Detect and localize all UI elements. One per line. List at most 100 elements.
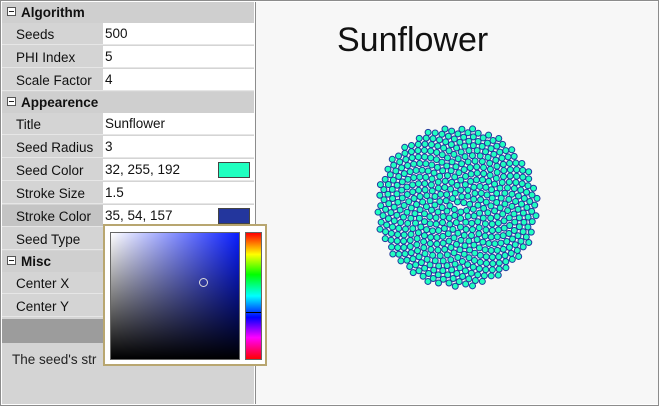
seed <box>496 148 504 156</box>
seed <box>481 220 489 228</box>
category-appearence[interactable]: Appearence <box>2 92 254 113</box>
seed <box>439 219 447 227</box>
seed <box>422 134 430 142</box>
sunflower-canvas[interactable]: Sunflower <box>255 2 658 404</box>
property-label: PHI Index <box>16 50 76 65</box>
seed <box>408 154 416 162</box>
seed <box>485 240 493 247</box>
seed <box>480 272 488 280</box>
seed <box>507 249 515 257</box>
seed <box>428 161 436 169</box>
seed <box>430 169 438 177</box>
seed <box>473 236 481 244</box>
seed <box>432 156 440 164</box>
seed <box>486 165 494 173</box>
seed <box>499 160 507 168</box>
seed <box>420 238 428 246</box>
property-row-stroke-size[interactable]: Stroke Size 1.5 <box>2 182 254 204</box>
seed <box>407 148 415 156</box>
color-picker-popup[interactable] <box>103 224 267 366</box>
seed <box>440 225 448 233</box>
category-algorithm[interactable]: Algorithm <box>2 2 254 23</box>
category-title: Algorithm <box>21 5 85 20</box>
seed <box>494 271 502 279</box>
seed <box>398 164 406 172</box>
property-value-stroke-size[interactable]: 1.5 <box>105 185 124 200</box>
seed <box>414 229 422 237</box>
seed <box>412 166 420 174</box>
property-row-seed-color[interactable]: Seed Color 32, 255, 192 <box>2 159 254 181</box>
seed <box>422 173 430 181</box>
seed <box>390 161 398 169</box>
seed <box>404 162 412 170</box>
property-value-seed-color[interactable]: 32, 255, 192 <box>105 162 180 177</box>
seed <box>494 219 502 227</box>
property-row-title[interactable]: Title Sunflower <box>2 113 254 135</box>
seed <box>462 172 470 180</box>
seed <box>477 189 485 197</box>
seed <box>464 192 472 200</box>
seed <box>393 211 401 219</box>
hue-marker[interactable] <box>246 312 261 313</box>
property-value-scale-factor[interactable]: 4 <box>105 72 113 87</box>
seed-color-swatch[interactable] <box>218 162 250 178</box>
seed <box>508 190 516 198</box>
seed <box>487 272 495 280</box>
property-label: Stroke Size <box>16 186 86 201</box>
seed <box>508 255 516 263</box>
seed <box>477 196 485 204</box>
seed <box>532 212 540 220</box>
property-value-phi-index[interactable]: 5 <box>105 49 113 64</box>
property-value-seed-radius[interactable]: 3 <box>105 139 113 154</box>
seed <box>412 261 420 269</box>
seed <box>503 237 511 245</box>
seed <box>505 178 513 186</box>
seed <box>393 237 401 245</box>
color-cursor[interactable] <box>199 278 208 287</box>
seed <box>395 173 403 181</box>
seed <box>445 279 453 287</box>
collapse-icon[interactable] <box>7 97 16 106</box>
seed <box>499 232 507 240</box>
seed <box>517 237 525 245</box>
seed <box>464 212 472 220</box>
seed <box>475 265 483 273</box>
property-value-title[interactable]: Sunflower <box>105 116 165 131</box>
property-value-stroke-color[interactable]: 35, 54, 157 <box>105 208 173 223</box>
stroke-color-swatch[interactable] <box>218 208 250 224</box>
seed <box>401 143 409 151</box>
seed <box>415 180 423 188</box>
seed <box>502 258 510 266</box>
hue-slider[interactable] <box>245 232 262 360</box>
collapse-icon[interactable] <box>7 7 16 16</box>
seed <box>419 272 427 280</box>
property-row-seeds[interactable]: Seeds 500 <box>2 23 254 45</box>
seed <box>470 195 478 203</box>
seed <box>457 208 465 216</box>
seed <box>472 176 480 184</box>
seed <box>407 230 415 238</box>
seed <box>476 251 484 259</box>
seed <box>462 280 470 288</box>
seed <box>479 238 487 246</box>
seed <box>394 244 402 252</box>
seed <box>458 193 466 201</box>
seed <box>494 226 502 234</box>
seed <box>467 177 475 185</box>
seed <box>531 201 539 209</box>
property-row-scale-factor[interactable]: Scale Factor 4 <box>2 69 254 91</box>
seed <box>502 147 510 155</box>
seed <box>478 158 486 166</box>
seed <box>441 183 449 191</box>
property-row-phi-index[interactable]: PHI Index 5 <box>2 46 254 68</box>
property-row-seed-radius[interactable]: Seed Radius 3 <box>2 136 254 158</box>
seed <box>513 166 521 174</box>
seed <box>420 232 428 240</box>
collapse-icon[interactable] <box>7 256 16 265</box>
seed <box>396 158 404 166</box>
seed <box>414 153 422 161</box>
property-value-seeds[interactable]: 500 <box>105 26 128 41</box>
seed <box>500 167 508 175</box>
seed <box>433 240 441 248</box>
seed <box>423 226 431 234</box>
